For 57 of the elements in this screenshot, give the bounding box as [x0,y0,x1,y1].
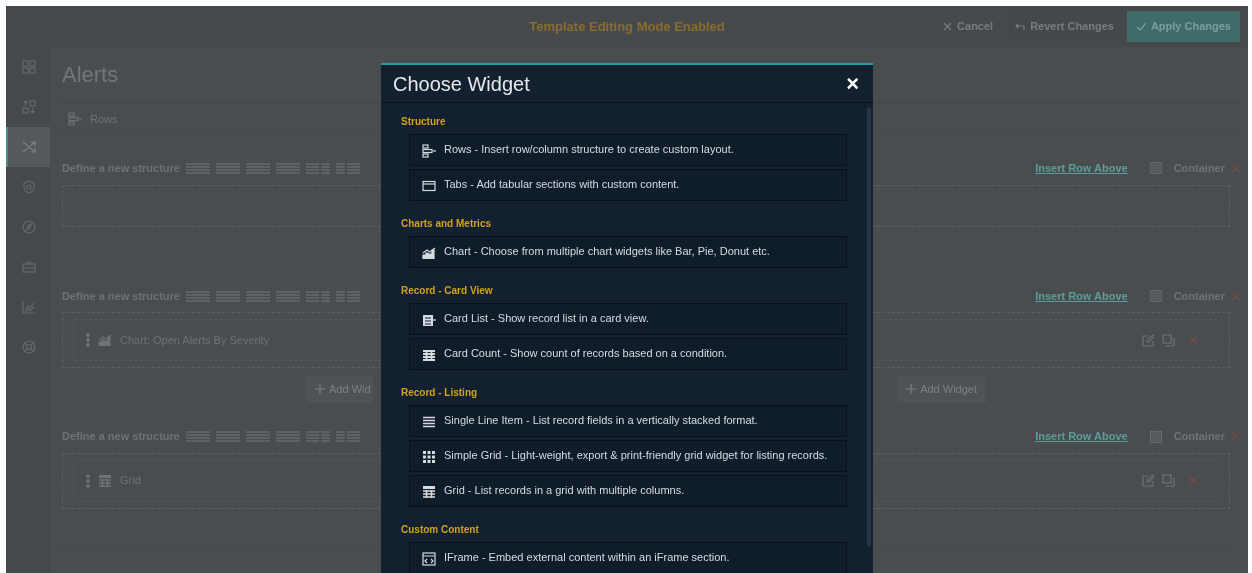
widget-option[interactable]: Simple Grid - Light-weight, export & print-friendly grid widget for listing records. [409,440,847,472]
widget-option[interactable]: Grid - List records in a grid with multiple columns. [409,475,847,507]
widget-option[interactable]: Chart - Choose from multiple chart widgets like Bar, Pie, Donut etc. [409,236,847,268]
section-heading: Charts and Metrics [401,217,493,231]
rows-icon [422,144,436,158]
edit-icon[interactable] [1141,474,1154,487]
container-checkbox[interactable] [1149,290,1162,302]
widget-option[interactable]: Rows - Insert row/column structure to create custom layout. [409,134,847,166]
close-icon [942,21,954,32]
widget-option[interactable]: Tabs - Add tabular sections with custom content. [409,169,847,201]
rows-icon [68,112,82,126]
mode-label: Template Editing Mode Enabled [529,18,725,34]
compass-icon [21,219,37,235]
delete-icon[interactable] [1231,163,1240,173]
delete-icon[interactable] [1231,291,1240,301]
widget-option[interactable]: Card List - Show record list in a card view. [409,303,847,335]
table-icon [422,348,436,362]
undo-icon [1015,21,1027,32]
container-checkbox[interactable] [1149,430,1162,443]
widget-option[interactable]: IFrame - Embed external content within an iFrame section. [409,542,847,573]
section-heading: Record - Card View [401,284,494,298]
drag-handle-icon[interactable] [86,333,90,347]
widget-option[interactable]: Single Line Item - List record fields in a vertically stacked format. [409,405,847,437]
briefcase-icon [21,259,37,275]
lifebuoy-icon [21,339,37,355]
grid-icon [21,59,37,75]
check-icon [1135,21,1147,32]
shield-icon [21,179,37,195]
sidebar-item[interactable] [6,127,50,167]
card-list-icon [422,313,436,327]
close-button[interactable]: × [844,72,861,95]
plus-icon [906,384,917,395]
delete-icon[interactable] [1189,476,1198,485]
table-icon [98,473,112,488]
list-lines-icon [422,415,436,429]
tab-window-icon [422,179,436,193]
sort-icon [21,99,37,115]
grid-icon [422,450,436,464]
section-heading: Record - Listing [401,386,479,400]
container-checkbox[interactable] [1149,162,1162,174]
drag-handle-icon[interactable] [86,473,90,488]
delete-icon[interactable] [1231,432,1240,441]
line-chart-icon [21,299,37,315]
edit-icon[interactable] [1141,333,1154,347]
delete-icon[interactable] [1189,335,1198,345]
table-icon [422,485,436,499]
dialog-title: Choose Widget [393,71,530,97]
widget-option[interactable]: Card Count - Show count of records based on a condition. [409,338,847,370]
plus-icon [315,384,325,395]
copy-icon[interactable] [1162,333,1175,347]
code-window-icon [422,552,436,566]
section-heading: Custom Content [401,523,480,537]
section-heading: Structure [401,115,447,129]
bar-chart-icon [422,246,436,260]
shuffle-icon [21,139,37,155]
copy-icon[interactable] [1162,474,1175,487]
bar-chart-icon [98,333,112,347]
